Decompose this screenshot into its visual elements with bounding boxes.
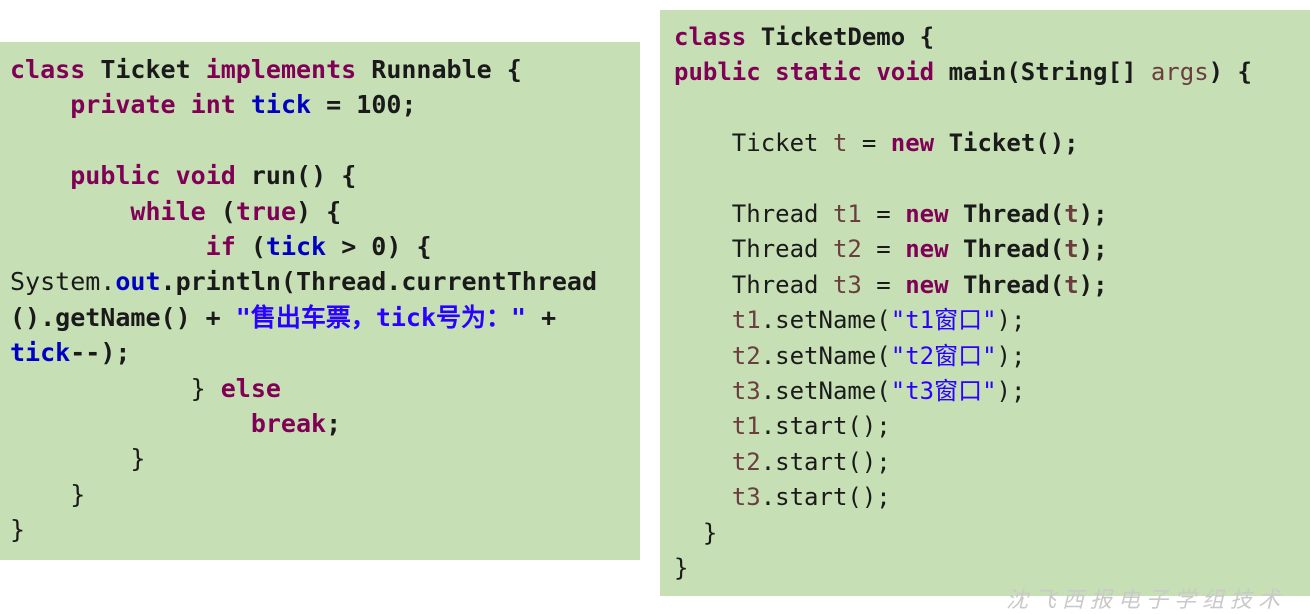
- kw-public: public: [70, 161, 161, 191]
- kw-class: class: [10, 55, 86, 84]
- kw-break: break: [250, 409, 327, 439]
- kw-static: static: [775, 58, 862, 87]
- t1-start-ref: t1: [731, 412, 761, 441]
- t1-name-literal: "t1窗口": [890, 306, 997, 335]
- ticket-arg: t: [1064, 235, 1079, 264]
- kw-while: while: [130, 196, 206, 226]
- t1-ref: t1: [731, 306, 761, 335]
- kw-true: true: [235, 196, 297, 226]
- method-run: run(): [250, 161, 327, 191]
- watermark: 沈飞西报电子学组技术: [1005, 588, 1286, 613]
- thread-var-t1: t1: [832, 200, 862, 229]
- thread-type: Thread: [731, 235, 819, 264]
- kw-implements: implements: [205, 55, 357, 84]
- start-call: .start();: [760, 447, 891, 476]
- kw-new: new: [905, 200, 949, 229]
- ticket-ctor: Ticket();: [948, 129, 1079, 158]
- kw-new: new: [905, 270, 949, 299]
- field-tick-decrement: tick: [10, 338, 71, 368]
- left-code-panel: class Ticket implements Runnable { priva…: [0, 42, 640, 560]
- setname-call: .setName(: [760, 306, 891, 335]
- plus-op: +: [541, 302, 557, 332]
- kw-class: class: [674, 23, 747, 51]
- thread-var-t2: t2: [832, 235, 862, 264]
- t3-start-ref: t3: [731, 483, 761, 512]
- t3-name-literal: "t3窗口": [890, 377, 997, 406]
- system-ref: System.: [10, 267, 116, 297]
- thread-type: Thread: [731, 200, 819, 229]
- setname-call: .setName(: [760, 341, 891, 370]
- class-name: TicketDemo: [760, 23, 906, 51]
- ticket-var: t: [832, 129, 848, 158]
- thread-ctor: Thread(: [963, 200, 1065, 229]
- start-call: .start();: [760, 412, 891, 441]
- kw-new: new: [890, 129, 935, 158]
- kw-int: int: [190, 90, 236, 120]
- string-literal: "售出车票，tick号为：": [235, 302, 527, 332]
- field-tick-ref: tick: [265, 232, 327, 262]
- kw-public: public: [674, 58, 761, 87]
- start-call: .start();: [760, 483, 891, 512]
- interface-name: Runnable: [371, 55, 492, 84]
- t2-start-ref: t2: [731, 447, 761, 476]
- decrement-op: --);: [70, 338, 131, 368]
- method-main: main(String[]: [948, 58, 1137, 87]
- thread-var-t3: t3: [832, 270, 862, 299]
- ticket-arg: t: [1064, 200, 1079, 229]
- ticket-arg: t: [1064, 270, 1079, 299]
- out-field: out: [115, 267, 161, 297]
- ticket-type: Ticket: [731, 129, 819, 158]
- ticketdemo-class-code: class TicketDemo { public static void ma…: [674, 23, 1253, 583]
- init-value: 100: [356, 90, 402, 120]
- kw-void: void: [175, 161, 236, 191]
- ticket-class-code: class Ticket implements Runnable { priva…: [10, 55, 598, 545]
- kw-private: private: [70, 90, 176, 120]
- thread-type: Thread: [731, 270, 819, 299]
- println-call: .println(Thread.currentThread: [160, 267, 598, 297]
- right-code-panel: class TicketDemo { public static void ma…: [660, 10, 1310, 596]
- t2-ref: t2: [731, 341, 761, 370]
- kw-else: else: [220, 373, 281, 403]
- t2-name-literal: "t2窗口": [890, 341, 997, 370]
- class-name: Ticket: [100, 55, 191, 84]
- field-tick: tick: [250, 90, 312, 120]
- kw-new: new: [905, 235, 949, 264]
- kw-if: if: [205, 232, 236, 262]
- t3-ref: t3: [731, 377, 761, 406]
- getname-call: ().getName() +: [10, 302, 221, 332]
- setname-call: .setName(: [760, 377, 891, 406]
- thread-ctor: Thread(: [963, 235, 1065, 264]
- condition-tail: > 0) {: [341, 232, 432, 262]
- kw-void: void: [876, 58, 935, 87]
- param-args: args: [1150, 58, 1209, 87]
- thread-ctor: Thread(: [963, 270, 1065, 299]
